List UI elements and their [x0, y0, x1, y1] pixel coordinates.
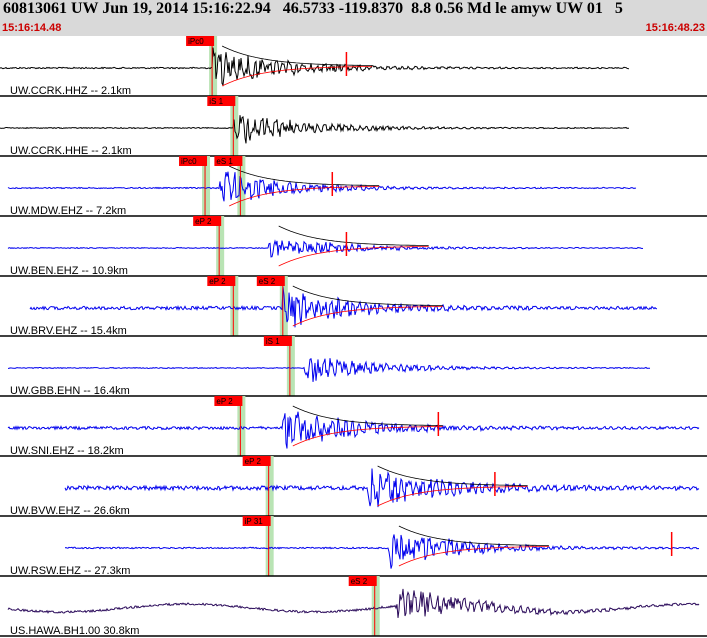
pick-label: iP 31: [245, 517, 264, 526]
waveform: [0, 47, 630, 87]
coda-curve: [292, 285, 443, 306]
coda-curve: [398, 525, 549, 546]
trace-row: iPc0 eS 1 UW.MDW.EHZ -- 7.2km: [0, 156, 707, 217]
waveform: [29, 286, 658, 328]
pick-label: eS 2: [351, 577, 368, 586]
station-label: UW.BRV.EHZ -- 15.4km: [10, 325, 127, 337]
station-label: UW.MDW.EHZ -- 7.2km: [10, 205, 126, 217]
pick-label: eP 2: [195, 217, 212, 226]
trace-row: iS 1 UW.CCRK.HHE -- 2.1km: [0, 96, 707, 157]
event-title: 60813061 UW Jun 19, 2014 15:16:22.94 46.…: [3, 0, 623, 17]
time-end: 15:16:48.23: [645, 22, 705, 34]
waveform: [0, 115, 629, 144]
trace-row: eP 2 UW.BVW.EHZ -- 26.6km: [0, 456, 707, 517]
station-label: UW.BEN.EHZ -- 10.9km: [10, 265, 128, 277]
pick-label: iS 1: [209, 97, 223, 106]
header-bar: 60813061 UW Jun 19, 2014 15:16:22.94 46.…: [0, 0, 707, 36]
coda-curve: [229, 165, 380, 186]
waveform: [64, 534, 700, 569]
station-label: UW.CCRK.HHZ -- 2.1km: [10, 85, 131, 97]
pick-label: eP 2: [216, 397, 233, 406]
trace-row: iS 1 UW.GBB.EHN -- 16.4km: [0, 336, 707, 397]
waveform: [8, 358, 651, 382]
station-label: US.HAWA.BH1.00 30.8km: [10, 625, 139, 637]
pick-label: iPc0: [181, 157, 197, 166]
waveform: [7, 239, 644, 258]
coda-curve: [292, 405, 443, 426]
trace-row: iP 31 UW.RSW.EHZ -- 27.3km: [0, 516, 707, 577]
station-label: UW.CCRK.HHE -- 2.1km: [10, 145, 132, 157]
coda-curve-lower: [398, 546, 549, 567]
pick-label: iPc0: [188, 37, 204, 46]
trace-row: eP 2 UW.SNI.EHZ -- 18.2km: [0, 396, 707, 457]
seismogram-panel: iPc0 UW.CCRK.HHZ -- 2.1km iS 1 UW.CCRK.HHE …: [0, 36, 707, 637]
pick-label: eS 2: [259, 277, 276, 286]
pick-label: eP 2: [245, 457, 262, 466]
trace-row: iPc0 UW.CCRK.HHZ -- 2.1km: [0, 36, 707, 97]
pick-label: eP 2: [209, 277, 226, 286]
waveform: [7, 171, 637, 202]
trace-row: eS 2 US.HAWA.BH1.00 30.8km: [0, 576, 707, 637]
station-label: UW.GBB.EHN -- 16.4km: [10, 385, 130, 397]
coda-curve: [278, 225, 429, 246]
coda-curve: [221, 45, 373, 66]
pick-label: eS 1: [216, 157, 233, 166]
time-start: 15:16:14.48: [2, 22, 62, 34]
trace-row: eP 2 eS 2 UW.BRV.EHZ -- 15.4km: [0, 276, 707, 337]
station-label: UW.RSW.EHZ -- 27.3km: [10, 565, 130, 577]
station-label: UW.SNI.EHZ -- 18.2km: [10, 445, 124, 457]
station-label: UW.BVW.EHZ -- 26.6km: [10, 505, 130, 517]
waveform: [64, 468, 700, 508]
trace-row: eP 2 UW.BEN.EHZ -- 10.9km: [0, 216, 707, 277]
pick-label: iS 1: [266, 337, 280, 346]
waveform: [7, 588, 700, 618]
